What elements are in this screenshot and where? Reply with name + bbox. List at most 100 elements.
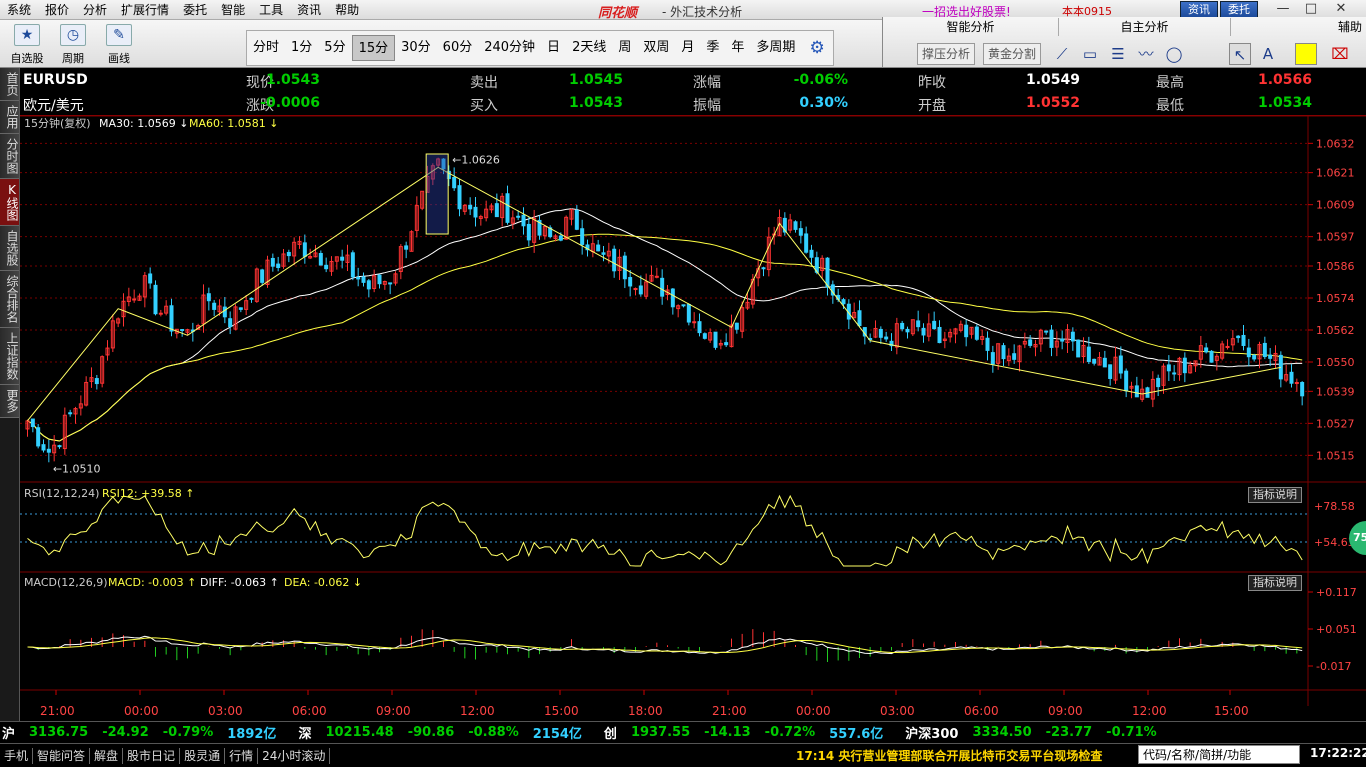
nav-item-2[interactable]: 分时图 (0, 134, 19, 179)
status-item-14: 557.6亿 (829, 727, 884, 742)
status-item-1: 3136.75 (29, 725, 89, 740)
period-5[interactable]: 60分 (437, 35, 479, 61)
period-11[interactable]: 月 (675, 35, 700, 61)
status-item-10: 创 (603, 727, 617, 742)
trade-top-button[interactable]: 委托 (1220, 1, 1258, 18)
candle-body (670, 288, 675, 308)
quote-value-7: 1.0552 (1025, 95, 1080, 111)
candle-body (228, 318, 233, 328)
bottom-button-1[interactable]: 智能问答 (33, 747, 91, 764)
candle-body (601, 252, 606, 255)
candle-body (686, 303, 691, 323)
menu-item-0[interactable]: 系统 (0, 1, 38, 18)
candle-body (132, 298, 137, 301)
period-13[interactable]: 年 (725, 35, 750, 61)
status-item-7: -90.86 (407, 725, 455, 740)
bottom-button-4[interactable]: 股灵通 (180, 747, 226, 764)
candle-body (697, 321, 702, 334)
nav-item-3[interactable]: K线图 (0, 179, 19, 226)
rsi-explain-button[interactable]: 指标说明 (1248, 487, 1302, 503)
close-icon[interactable]: ✕ (1330, 1, 1352, 18)
period-1[interactable]: 1分 (285, 35, 318, 61)
text-tool-icon[interactable]: A (1257, 43, 1279, 65)
period-4[interactable]: 30分 (395, 35, 437, 61)
candle-body (612, 248, 617, 272)
candle-body (857, 310, 862, 327)
watchlist-button[interactable]: ★ 自选股 (6, 22, 48, 66)
menu-item-3[interactable]: 扩展行情 (114, 1, 176, 18)
bottom-button-3[interactable]: 股市日记 (123, 747, 181, 764)
nav-item-6[interactable]: 上证指数 (0, 328, 19, 385)
ellipse-icon[interactable]: ◯ (1163, 43, 1185, 65)
golden-section-button[interactable]: 黄金分割 (983, 43, 1042, 65)
period-6[interactable]: 240分钟 (478, 35, 541, 61)
price-tick-9: 1.0527 (1316, 417, 1355, 430)
maximize-icon[interactable]: □ (1300, 1, 1322, 18)
period-0[interactable]: 分时 (247, 35, 285, 61)
candle-body (702, 333, 707, 339)
index-status-bar: 沪 3136.75 -24.92 -0.79% 1892亿 深 10215.48 -90.86… (0, 721, 1366, 743)
news-top-button[interactable]: 资讯 (1180, 1, 1218, 18)
gear-icon[interactable]: ⚙ (801, 38, 832, 58)
candle-body (841, 299, 846, 305)
news-ticker[interactable]: 17:14 央行营业管理部联合开展比特币交易平台现场检查 (796, 747, 1102, 764)
draw-line-button[interactable]: ✎ 画线 (98, 22, 140, 66)
menu-item-5[interactable]: 智能 (214, 1, 252, 18)
macd-explain-button[interactable]: 指标说明 (1248, 575, 1302, 591)
tab-auxiliary[interactable]: 辅助 (1333, 18, 1366, 36)
high-highlight-box[interactable] (425, 153, 449, 235)
period-2[interactable]: 5分 (318, 35, 351, 61)
channel-icon[interactable]: ☰ (1107, 43, 1129, 65)
candle-body (558, 235, 563, 241)
bottom-button-6[interactable]: 24小时滚动 (258, 747, 331, 764)
nav-item-1[interactable]: 应用 (0, 101, 19, 134)
menu-item-4[interactable]: 委托 (176, 1, 214, 18)
cursor-icon[interactable]: ↖ (1229, 43, 1251, 65)
nav-item-7[interactable]: 更多 (0, 385, 19, 418)
kline-chart[interactable]: 1.0632 1.0621 1.0609 1.0597 1.0586 1.0574 1.05… (20, 116, 1366, 721)
candle-body (964, 324, 969, 338)
menu-item-6[interactable]: 工具 (252, 1, 290, 18)
menu-item-8[interactable]: 帮助 (328, 1, 366, 18)
minimize-icon[interactable]: — (1272, 1, 1294, 18)
candle-body (302, 242, 307, 257)
period-9[interactable]: 周 (612, 35, 637, 61)
period-10[interactable]: 双周 (637, 35, 675, 61)
wave-icon[interactable]: 〰 (1135, 43, 1157, 65)
search-input[interactable]: 代码/名称/简拼/功能 (1138, 745, 1300, 764)
nav-item-4[interactable]: 自选股 (0, 226, 19, 271)
bottom-button-0[interactable]: 手机 (0, 747, 34, 764)
clock-icon: ◷ (60, 24, 86, 46)
nav-item-5[interactable]: 综合排名 (0, 271, 19, 328)
menu-item-2[interactable]: 分析 (76, 1, 114, 18)
tab-self-analysis[interactable]: 自主分析 (1059, 18, 1231, 36)
rectangle-icon[interactable]: ▭ (1079, 43, 1101, 65)
period-3[interactable]: 15分 (351, 35, 396, 61)
period-button[interactable]: ◷ 周期 (52, 22, 94, 66)
period-8[interactable]: 2天线 (566, 35, 612, 61)
bottom-button-2[interactable]: 解盘 (90, 747, 124, 764)
color-picker-icon[interactable] (1295, 43, 1317, 65)
period-7[interactable]: 日 (541, 35, 566, 61)
trend-line-icon[interactable]: ⟋ (1051, 43, 1073, 65)
rsi-label: RSI(12,12,24) (24, 487, 99, 500)
zigzag-line[interactable] (27, 166, 1281, 421)
tab-smart-analysis[interactable]: 智能分析 (883, 18, 1059, 36)
support-resistance-button[interactable]: 撑压分析 (917, 43, 976, 65)
dea-line (27, 637, 1303, 654)
nav-item-0[interactable]: 首页 (0, 68, 19, 101)
delete-drawing-icon[interactable]: ⌧ (1329, 43, 1351, 65)
period-14[interactable]: 多周期 (750, 35, 801, 61)
candle-body (361, 276, 366, 283)
period-12[interactable]: 季 (700, 35, 725, 61)
candle-body (1252, 354, 1257, 360)
candle-body (921, 327, 926, 336)
status-item-12: -14.13 (704, 725, 751, 740)
candle-body (905, 328, 910, 333)
candle-body (916, 320, 921, 328)
price-tick-4: 1.0586 (1316, 260, 1355, 273)
menu-item-1[interactable]: 报价 (38, 1, 76, 18)
candle-body (1246, 347, 1251, 358)
bottom-button-5[interactable]: 行情 (225, 747, 259, 764)
menu-item-7[interactable]: 资讯 (290, 1, 328, 18)
